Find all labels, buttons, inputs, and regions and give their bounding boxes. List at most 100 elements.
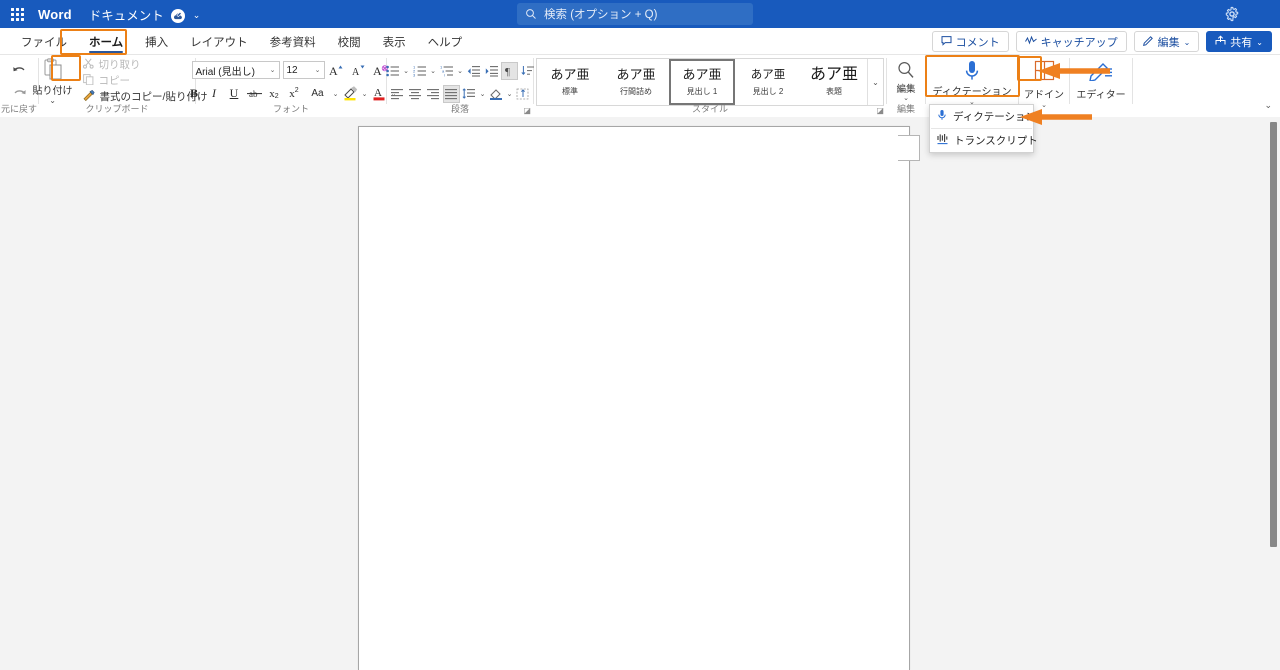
share-icon <box>1215 34 1226 49</box>
autosave-cloud-icon[interactable] <box>170 9 185 23</box>
subscript-icon[interactable]: x2 <box>265 84 284 103</box>
numbered-list-icon[interactable]: 123 <box>411 62 428 80</box>
editing-button[interactable]: 編集 ⌄ <box>896 59 916 103</box>
paste-button[interactable]: 貼り付け ⌄ <box>27 58 79 105</box>
comment-button[interactable]: コメント <box>931 31 1009 52</box>
document-canvas[interactable] <box>0 117 1280 670</box>
chevron-down-icon[interactable]: ⌄ <box>332 90 340 98</box>
annotation-arrow-dictation-menu-item <box>1020 109 1092 125</box>
group-separator <box>1132 58 1133 104</box>
tab-file[interactable]: ファイル <box>10 28 78 55</box>
underline-icon[interactable]: U <box>225 84 244 103</box>
style-heading-1[interactable]: あア亜 見出し 1 <box>669 59 735 105</box>
ribbon-right-actions: コメント キャッチアップ 編集 ⌄ 共有 ⌄ <box>931 31 1272 52</box>
show-paragraph-marks-icon[interactable]: ¶ <box>501 61 518 80</box>
style-title[interactable]: あア亜 表題 <box>801 59 867 105</box>
pencil-icon <box>1142 35 1154 49</box>
style-normal[interactable]: あア亜 標準 <box>537 59 603 105</box>
text-highlight-icon[interactable] <box>341 84 360 103</box>
dialog-launcher-icon[interactable]: ◪ <box>876 106 884 115</box>
search-placeholder: 検索 (オプション + Q) <box>544 9 658 21</box>
style-name: 行間詰め <box>620 87 652 96</box>
title-chevron-down-icon[interactable]: ⌄ <box>193 10 201 21</box>
menu-item-transcript[interactable]: トランスクリプト <box>930 129 1038 152</box>
align-right-icon[interactable] <box>425 85 442 103</box>
tab-layout[interactable]: レイアウト <box>179 28 259 55</box>
align-center-icon[interactable] <box>407 85 424 103</box>
style-sample: あア亜 <box>809 66 858 83</box>
edit-mode-button[interactable]: 編集 ⌄ <box>1133 31 1200 52</box>
chevron-down-icon[interactable]: ⌄ <box>506 90 514 98</box>
ribbon-group-font: Arial (見出し) ⌄ 12 ⌄ A A A B I U ab x 2 x … <box>190 55 396 117</box>
editor-button-label: エディター <box>1076 90 1126 101</box>
tab-insert[interactable]: 挿入 <box>134 28 179 55</box>
align-left-icon[interactable] <box>389 85 406 103</box>
share-label: 共有 <box>1230 36 1253 49</box>
chevron-down-icon: ⌄ <box>314 67 321 74</box>
chevron-down-icon: ⌄ <box>1256 38 1263 47</box>
chevron-down-icon[interactable]: ⌄ <box>402 67 410 75</box>
chevron-down-icon[interactable]: ⌄ <box>456 67 464 75</box>
style-name: 見出し 1 <box>686 87 718 96</box>
bold-icon[interactable]: B <box>185 84 204 103</box>
catchup-button[interactable]: キャッチアップ <box>1015 31 1127 52</box>
tab-home[interactable]: ホーム <box>78 28 134 55</box>
menu-item-label: トランスクリプト <box>954 135 1038 147</box>
app-launcher-icon[interactable] <box>0 7 34 21</box>
group-label-paragraph: 段落 <box>450 104 469 114</box>
shrink-font-icon[interactable]: A <box>350 61 369 80</box>
page-edge-handle[interactable] <box>898 135 920 161</box>
ribbon-group-styles: あア亜 標準 あア亜 行間詰め あア亜 見出し 1 あア亜 見出し 2 あア亜 … <box>534 55 886 117</box>
svg-text:A: A <box>352 67 360 78</box>
italic-icon[interactable]: I <box>205 84 224 103</box>
borders-icon[interactable] <box>515 85 532 103</box>
vertical-scroll-thumb[interactable] <box>1270 122 1277 547</box>
cut-button[interactable]: 切り取り <box>82 57 208 72</box>
chevron-down-icon[interactable]: ⌄ <box>479 90 487 98</box>
ribbon-group-editing: 編集 ⌄ 編集 <box>887 55 925 117</box>
search-input[interactable]: 検索 (オプション + Q) <box>517 3 753 25</box>
style-no-spacing[interactable]: あア亜 行間詰め <box>603 59 669 105</box>
increase-indent-icon[interactable] <box>483 62 500 80</box>
gear-icon[interactable] <box>1224 6 1240 22</box>
search-container[interactable]: 検索 (オプション + Q) <box>517 3 753 25</box>
dictation-button-label: ディクテーション <box>932 87 1012 98</box>
activity-icon <box>1024 35 1037 49</box>
dictation-button[interactable]: ディクテーション ⌄ <box>932 58 1012 107</box>
share-button[interactable]: 共有 ⌄ <box>1206 31 1272 52</box>
tab-help[interactable]: ヘルプ <box>417 28 474 55</box>
tab-view[interactable]: 表示 <box>372 28 417 55</box>
justify-icon[interactable] <box>442 84 460 103</box>
strikethrough-icon[interactable]: ab <box>245 84 264 103</box>
microphone-icon <box>961 58 983 83</box>
style-name: 表題 <box>826 87 842 96</box>
tab-review[interactable]: 校閲 <box>327 28 372 55</box>
dialog-launcher-icon[interactable]: ◪ <box>523 106 531 115</box>
change-case-icon[interactable]: Aa <box>305 84 331 103</box>
bullet-list-icon[interactable] <box>384 62 401 80</box>
svg-text:¶: ¶ <box>505 66 510 77</box>
document-title[interactable]: ドキュメント <box>89 5 164 24</box>
title-bar: Word ドキュメント ⌄ 検索 (オプション + Q) <box>0 0 1280 28</box>
document-page[interactable] <box>358 126 910 670</box>
chevron-down-icon[interactable]: ⌄ <box>429 67 437 75</box>
style-heading-2[interactable]: あア亜 見出し 2 <box>735 59 801 105</box>
font-name-select[interactable]: Arial (見出し) ⌄ <box>191 61 280 79</box>
tab-references[interactable]: 参考資料 <box>259 28 327 55</box>
edit-mode-label: 編集 <box>1157 36 1180 49</box>
vertical-scrollbar[interactable] <box>1266 117 1280 670</box>
chevron-up-icon[interactable]: ⌄ <box>1264 100 1272 111</box>
line-spacing-icon[interactable] <box>461 85 478 103</box>
superscript-icon[interactable]: x2 <box>285 84 304 103</box>
font-size-select[interactable]: 12 ⌄ <box>282 61 325 79</box>
font-color-icon[interactable]: A <box>370 84 389 103</box>
grow-font-icon[interactable]: A <box>328 61 347 80</box>
shading-icon[interactable] <box>488 85 505 103</box>
decrease-indent-icon[interactable] <box>465 62 482 80</box>
ribbon-tab-strip: ファイル ホーム 挿入 レイアウト 参考資料 校閲 表示 ヘルプ コメント キャ… <box>0 28 1280 55</box>
chevron-down-icon[interactable]: ⌄ <box>361 90 369 98</box>
underline-label: U <box>229 86 239 100</box>
multilevel-list-icon[interactable]: 1ai <box>438 62 455 80</box>
svg-text:A: A <box>374 87 382 99</box>
styles-more-chevron-down-icon[interactable]: ⌄ <box>867 59 883 105</box>
